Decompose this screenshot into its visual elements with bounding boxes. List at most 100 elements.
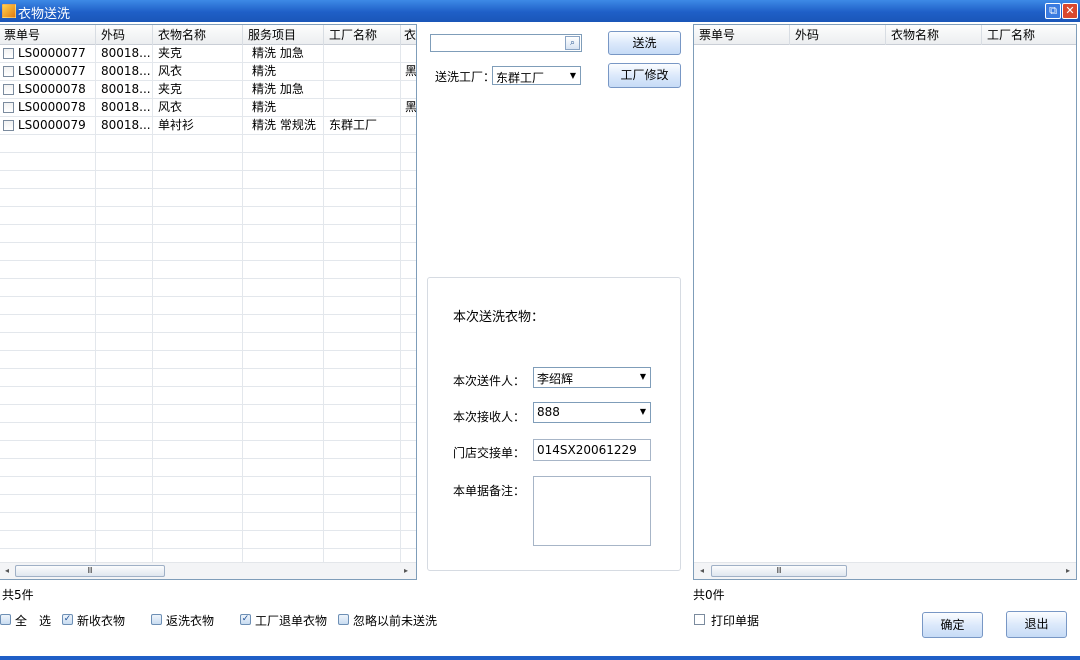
scroll-right-icon[interactable]: ▸ [400, 565, 412, 577]
search-input[interactable]: ⌕ [430, 34, 582, 52]
cell-clothes-more: 黑 [405, 100, 416, 114]
cell-service: 精洗 加急 [252, 46, 304, 60]
select-all-label: 全 选 [15, 614, 52, 628]
cell-external-code: 80018... [101, 118, 151, 132]
horizontal-scrollbar[interactable]: ◂ Ⅲ ▸ [0, 562, 416, 579]
confirm-button[interactable]: 确定 [922, 612, 983, 638]
chevron-down-icon: ▼ [639, 372, 646, 381]
cell-ticket: LS0000079 [18, 118, 86, 132]
cell-service: 精洗 常规洗 [252, 118, 316, 132]
grid-body: LS0000077 80018... 夹克 精洗 加急 LS0000077 80018..… [0, 45, 416, 562]
cell-factory [324, 45, 329, 62]
cell-clothes-name: 风衣 [158, 100, 183, 114]
cell-clothes-name: 风衣 [158, 64, 183, 78]
col-clothes-name[interactable]: 衣物名称 [153, 25, 243, 45]
search-icon[interactable]: ⌕ [565, 36, 580, 50]
right-count: 共0件 [693, 588, 725, 602]
selected-clothes-grid[interactable]: 票单号 外码 衣物名称 工厂名称 ◂ Ⅲ ▸ [693, 24, 1077, 580]
print-label: 打印单据 [711, 614, 760, 628]
table-row[interactable]: LS0000078 80018... 风衣 精洗 黑 [0, 99, 416, 117]
scroll-right-icon[interactable]: ▸ [1062, 565, 1074, 577]
col-ticket-number[interactable]: 票单号 [694, 25, 790, 45]
col-service[interactable]: 服务项目 [243, 25, 324, 45]
cell-factory [324, 99, 329, 116]
cell-clothes-more [402, 81, 405, 98]
table-row[interactable]: LS0000079 80018... 单衬衫 精洗 常规洗 东群工厂 [0, 117, 416, 135]
col-external-code[interactable]: 外码 [96, 25, 153, 45]
cell-ticket: LS0000078 [18, 100, 86, 114]
factory-return-label: 工厂退单衣物 [255, 614, 328, 628]
rewash-clothes-checkbox[interactable] [151, 614, 162, 625]
cell-ticket: LS0000077 [18, 46, 86, 60]
window-body: 票单号 外码 衣物名称 服务项目 工厂名称 衣 LS0000077 80018..… [0, 0, 1080, 656]
cell-clothes-name: 夹克 [158, 46, 183, 60]
send-info-panel: 本次送洗衣物： 本次送件人： 李绍辉 ▼ 本次接收人： 888 ▼ 门店交接单：… [427, 277, 681, 571]
exit-button[interactable]: 退出 [1006, 611, 1067, 638]
chevron-down-icon: ▼ [569, 71, 576, 80]
scroll-left-icon[interactable]: ◂ [696, 565, 708, 577]
cell-clothes-name: 单衬衫 [158, 118, 195, 132]
rewash-clothes-label: 返洗衣物 [166, 614, 215, 628]
handover-label: 门店交接单： [453, 446, 526, 460]
col-clothes-more[interactable]: 衣 [401, 25, 416, 45]
factory-edit-button[interactable]: 工厂修改 [608, 63, 681, 88]
new-clothes-label: 新收衣物 [77, 614, 126, 628]
cell-service: 精洗 加急 [252, 82, 304, 96]
cell-clothes-more [402, 117, 405, 134]
table-row[interactable]: LS0000077 80018... 夹克 精洗 加急 [0, 45, 416, 63]
window-bottom-border [0, 656, 1080, 660]
cell-ticket: LS0000078 [18, 82, 86, 96]
cell-external-code: 80018... [101, 100, 151, 114]
col-ticket-number[interactable]: 票单号 [0, 25, 96, 45]
factory-return-checkbox[interactable]: ✓ [240, 614, 251, 625]
cell-service: 精洗 [252, 100, 277, 114]
handover-field[interactable]: 014SX20061229 [533, 439, 651, 461]
scroll-thumb[interactable]: Ⅲ [711, 565, 847, 577]
cell-external-code: 80018... [101, 64, 151, 78]
sender-select[interactable]: 李绍辉 ▼ [533, 367, 651, 388]
factory-select[interactable]: 东群工厂 ▼ [492, 66, 581, 85]
select-all-checkbox[interactable] [0, 614, 11, 625]
cell-ticket: LS0000077 [18, 64, 86, 78]
sender-value: 李绍辉 [537, 372, 574, 386]
grid-header: 票单号 外码 衣物名称 服务项目 工厂名称 衣 [0, 25, 416, 45]
cell-external-code: 80018... [101, 82, 151, 96]
factory-select-value: 东群工厂 [496, 71, 545, 85]
ignore-unsent-checkbox[interactable] [338, 614, 349, 625]
table-row[interactable]: LS0000077 80018... 风衣 精洗 黑 [0, 63, 416, 81]
col-factory[interactable]: 工厂名称 [982, 25, 1076, 45]
cell-service: 精洗 [252, 64, 277, 78]
send-wash-button[interactable]: 送洗 [608, 31, 681, 55]
grid-body [694, 45, 1076, 562]
col-factory[interactable]: 工厂名称 [324, 25, 401, 45]
cell-clothes-more: 黑 [405, 64, 416, 78]
scroll-left-icon[interactable]: ◂ [1, 565, 13, 577]
scroll-thumb[interactable]: Ⅲ [15, 565, 165, 577]
handover-value: 014SX20061229 [537, 443, 637, 457]
receiver-label: 本次接收人： [453, 410, 526, 424]
receiver-value: 888 [537, 405, 560, 419]
table-row[interactable]: LS0000078 80018... 夹克 精洗 加急 [0, 81, 416, 99]
col-clothes-name[interactable]: 衣物名称 [886, 25, 982, 45]
print-checkbox[interactable] [694, 614, 705, 625]
factory-label: 送洗工厂： [435, 70, 496, 84]
ignore-unsent-label: 忽略以前未送洗 [353, 614, 438, 628]
cell-factory [324, 81, 329, 98]
chevron-down-icon: ▼ [639, 407, 646, 416]
remark-label: 本单据备注： [453, 484, 526, 498]
col-external-code[interactable]: 外码 [790, 25, 886, 45]
cell-clothes-more [402, 45, 405, 62]
sender-label: 本次送件人： [453, 374, 526, 388]
horizontal-scrollbar[interactable]: ◂ Ⅲ ▸ [694, 562, 1076, 579]
cell-factory: 东群工厂 [329, 118, 378, 132]
cell-factory [324, 63, 329, 80]
remark-textarea[interactable] [533, 476, 651, 546]
cell-clothes-name: 夹克 [158, 82, 183, 96]
grid-header: 票单号 外码 衣物名称 工厂名称 [694, 25, 1076, 45]
receiver-select[interactable]: 888 ▼ [533, 402, 651, 423]
new-clothes-checkbox[interactable]: ✓ [62, 614, 73, 625]
pending-clothes-grid[interactable]: 票单号 外码 衣物名称 服务项目 工厂名称 衣 LS0000077 80018..… [0, 24, 417, 580]
left-count: 共5件 [2, 588, 34, 602]
cell-external-code: 80018... [101, 46, 151, 60]
panel-title: 本次送洗衣物： [453, 310, 545, 325]
